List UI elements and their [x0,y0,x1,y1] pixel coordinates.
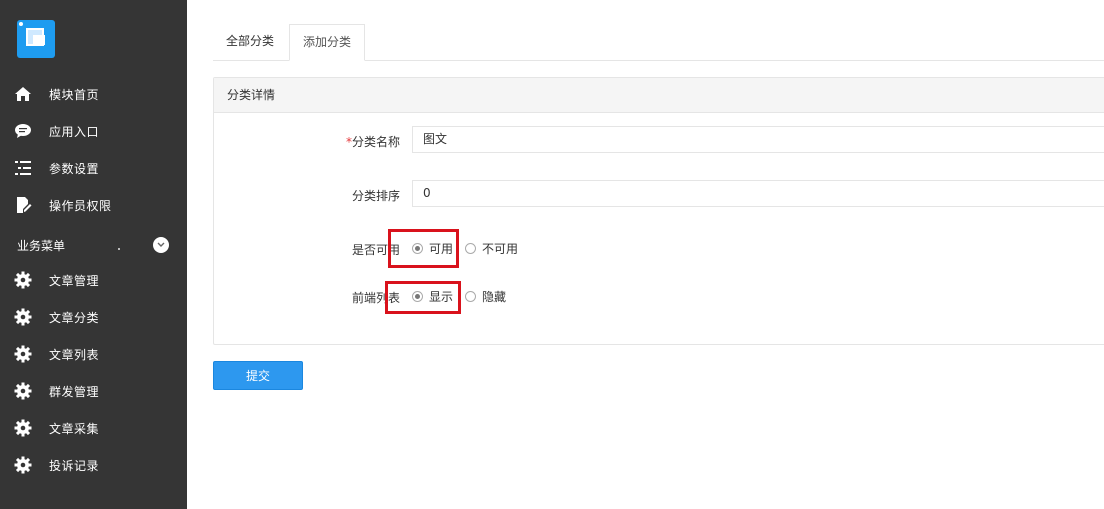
sidebar-group-label: 业务菜单 [17,239,66,253]
radio-disabled[interactable]: 不可用 [465,240,518,257]
gear-icon [14,271,32,289]
radio-unchecked-icon [465,242,477,254]
submit-button[interactable]: 提交 [213,361,303,390]
tab-add-category[interactable]: 添加分类 [289,24,366,61]
sidebar-item-article-management[interactable]: 文章管理 [0,268,187,292]
sidebar-item-mass-send[interactable]: 群发管理 [0,379,187,403]
sidebar-item-label: 文章分类 [49,310,100,325]
radio-unchecked-icon [465,290,477,302]
highlight-box-show [385,281,461,314]
sidebar-item-article-collection[interactable]: 文章采集 [0,416,187,440]
chevron-down-icon[interactable] [153,237,169,253]
sidebar-group-business-menu[interactable]: 业务菜单 [0,234,187,256]
sidebar: 模块首页 应用入口 参数设置 操作员权限 业务菜单 文章管理 文章分类 文章列表… [0,0,187,509]
sidebar-item-article-list[interactable]: 文章列表 [0,342,187,366]
gear-icon [14,456,32,474]
radio-hide[interactable]: 隐藏 [465,288,506,305]
app-logo-icon[interactable] [17,20,55,58]
gear-icon [14,308,32,326]
sidebar-item-module-home[interactable]: 模块首页 [0,82,187,106]
gear-icon [14,345,32,363]
sidebar-item-label: 文章采集 [49,421,100,436]
sidebar-item-param-settings[interactable]: 参数设置 [0,156,187,180]
tab-label: 全部分类 [226,34,275,48]
list-settings-icon [14,159,32,177]
edit-document-icon [14,196,32,214]
sidebar-item-article-category[interactable]: 文章分类 [0,305,187,329]
gear-icon [14,419,32,437]
enabled-label: 是否可用 [351,243,400,257]
panel-title: 分类详情 [214,78,1104,113]
category-sort-input[interactable]: 0 [412,180,1104,207]
tab-bar: 全部分类 添加分类 [213,24,1104,61]
tab-all-categories[interactable]: 全部分类 [213,24,287,59]
sidebar-item-label: 操作员权限 [49,198,112,213]
sidebar-item-label: 文章列表 [49,347,100,362]
sidebar-item-label: 投诉记录 [49,458,100,473]
sidebar-item-label: 参数设置 [49,161,100,176]
chat-bubble-icon [14,122,32,140]
sidebar-item-label: 模块首页 [49,87,100,102]
highlight-box-enabled [388,229,459,268]
category-name-label: *分类名称 [345,135,400,149]
category-sort-label: 分类排序 [351,189,400,203]
home-icon [14,85,32,103]
gear-icon [14,382,32,400]
sidebar-item-complaint-records[interactable]: 投诉记录 [0,453,187,477]
category-detail-panel: 分类详情 *分类名称 图文 分类排序 0 是否可用 可用 不可用 前端列表 显示… [213,77,1104,345]
sidebar-item-label: 文章管理 [49,273,100,288]
sidebar-item-app-entry[interactable]: 应用入口 [0,119,187,143]
sidebar-item-label: 应用入口 [49,124,100,139]
category-name-input[interactable]: 图文 [412,126,1104,153]
sidebar-item-operator-permissions[interactable]: 操作员权限 [0,193,187,217]
sidebar-item-label: 群发管理 [49,384,100,399]
tab-label: 添加分类 [303,35,352,49]
